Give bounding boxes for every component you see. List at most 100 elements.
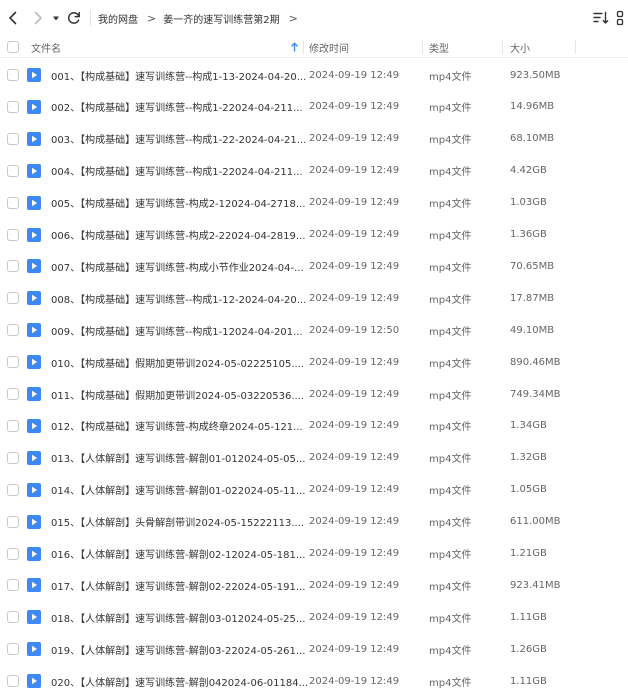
file-row[interactable]: 012、【构成基础】速写训练营-构成终章2024-05-121... 2024-0…: [0, 410, 628, 442]
column-separator[interactable]: [502, 40, 503, 54]
file-row[interactable]: 001、【构成基础】速写训练营--构成1-13-2024-04-20... 202…: [0, 59, 628, 91]
file-name[interactable]: 005、【构成基础】速写训练营-构成2-12024-04-2718...: [51, 187, 305, 219]
file-row[interactable]: 020、【人体解剖】速写训练营-解剖042024-06-01184... 2024…: [0, 665, 628, 690]
row-checkbox[interactable]: [7, 155, 19, 187]
row-checkbox[interactable]: [7, 410, 19, 442]
file-name[interactable]: 019、【人体解剖】速写训练营-解剖03-22024-05-261...: [51, 633, 305, 665]
row-checkbox[interactable]: [7, 633, 19, 665]
row-checkbox[interactable]: [7, 442, 19, 474]
file-name[interactable]: 020、【人体解剖】速写训练营-解剖042024-06-01184...: [51, 665, 308, 690]
refresh-button[interactable]: [65, 9, 83, 27]
file-name[interactable]: 014、【人体解剖】速写训练营-解剖01-022024-05-11...: [51, 474, 305, 506]
file-name[interactable]: 008、【构成基础】速写训练营--构成1-12-2024-04-20...: [51, 282, 306, 314]
row-checkbox[interactable]: [7, 506, 19, 538]
file-name[interactable]: 011、【构成基础】假期加更带训2024-05-03220536....: [51, 378, 304, 410]
row-checkbox[interactable]: [7, 378, 19, 410]
file-name[interactable]: 017、【人体解剖】速写训练营-解剖02-22024-05-191...: [51, 569, 305, 601]
file-type: mp4文件: [429, 581, 472, 593]
file-row[interactable]: 004、【构成基础】速写训练营--构成1-22024-04-211... 2024…: [0, 155, 628, 187]
video-file-icon: [27, 569, 41, 601]
file-row[interactable]: 013、【人体解剖】速写训练营-解剖01-012024-05-05... 2024…: [0, 442, 628, 474]
file-row[interactable]: 015、【人体解剖】头骨解剖带训2024-05-15222113.... 2024…: [0, 506, 628, 538]
video-file-icon: [27, 314, 41, 346]
video-file-icon: [27, 219, 41, 251]
file-type: mp4文件: [429, 71, 472, 83]
row-checkbox[interactable]: [7, 601, 19, 633]
file-name[interactable]: 016、【人体解剖】速写训练营-解剖02-12024-05-181...: [51, 538, 305, 570]
row-checkbox[interactable]: [7, 123, 19, 155]
row-checkbox[interactable]: [7, 187, 19, 219]
row-checkbox[interactable]: [7, 59, 19, 91]
row-checkbox[interactable]: [7, 346, 19, 378]
file-row[interactable]: 016、【人体解剖】速写训练营-解剖02-12024-05-181... 2024…: [0, 538, 628, 570]
row-checkbox[interactable]: [7, 314, 19, 346]
column-separator[interactable]: [575, 40, 576, 54]
file-row[interactable]: 010、【构成基础】假期加更带训2024-05-02225105.... 2024…: [0, 346, 628, 378]
file-type: mp4文件: [429, 358, 472, 370]
file-name[interactable]: 018、【人体解剖】速写训练营-解剖03-012024-05-25...: [51, 601, 305, 633]
column-header-size[interactable]: 大小: [510, 36, 530, 58]
toolbar: 我的网盘 > 姜一齐的速写训练营第2期 >: [0, 0, 628, 36]
file-row[interactable]: 017、【人体解剖】速写训练营-解剖02-22024-05-191... 2024…: [0, 569, 628, 601]
column-separator[interactable]: [303, 40, 304, 54]
file-name[interactable]: 013、【人体解剖】速写训练营-解剖01-012024-05-05...: [51, 442, 305, 474]
file-name[interactable]: 001、【构成基础】速写训练营--构成1-13-2024-04-20...: [51, 59, 306, 91]
video-file-icon: [27, 506, 41, 538]
row-checkbox[interactable]: [7, 474, 19, 506]
sort-direction-button[interactable]: [290, 36, 299, 58]
history-dropdown-button[interactable]: [51, 12, 61, 24]
back-button[interactable]: [4, 9, 22, 27]
file-name[interactable]: 004、【构成基础】速写训练营--构成1-22024-04-211...: [51, 155, 303, 187]
file-type: mp4文件: [429, 677, 472, 689]
file-name[interactable]: 007、【构成基础】速写训练营-构成小节作业2024-04-...: [51, 250, 304, 282]
file-row[interactable]: 005、【构成基础】速写训练营-构成2-12024-04-2718... 2024…: [0, 187, 628, 219]
row-checkbox[interactable]: [7, 538, 19, 570]
column-header-type[interactable]: 类型: [429, 36, 449, 58]
row-checkbox[interactable]: [7, 219, 19, 251]
file-size: 1.26GB: [510, 643, 547, 655]
video-file-icon: [27, 538, 41, 570]
file-name[interactable]: 002、【构成基础】速写训练营--构成1-22024-04-211...: [51, 91, 303, 123]
file-modified: 2024-09-19 12:49: [309, 69, 400, 81]
file-name[interactable]: 012、【构成基础】速写训练营-构成终章2024-05-121...: [51, 410, 303, 442]
file-type: mp4文件: [429, 390, 472, 402]
breadcrumb-item-current[interactable]: 姜一齐的速写训练营第2期: [163, 11, 279, 26]
file-name[interactable]: 003、【构成基础】速写训练营--构成1-22-2024-04-21...: [51, 123, 306, 155]
row-checkbox[interactable]: [7, 91, 19, 123]
row-checkbox[interactable]: [7, 665, 19, 690]
column-separator[interactable]: [422, 40, 423, 54]
file-size: 611.00MB: [510, 516, 561, 528]
column-header-modified[interactable]: 修改时间: [309, 36, 349, 58]
file-name[interactable]: 006、【构成基础】速写训练营-构成2-22024-04-2819...: [51, 219, 305, 251]
row-checkbox[interactable]: [7, 569, 19, 601]
file-row[interactable]: 019、【人体解剖】速写训练营-解剖03-22024-05-261... 2024…: [0, 633, 628, 665]
file-row[interactable]: 018、【人体解剖】速写训练营-解剖03-012024-05-25... 2024…: [0, 601, 628, 633]
table-header: 文件名 修改时间 类型 大小: [0, 36, 628, 58]
breadcrumb-separator[interactable]: >: [289, 12, 298, 25]
file-row[interactable]: 008、【构成基础】速写训练营--构成1-12-2024-04-20... 202…: [0, 282, 628, 314]
video-file-icon: [27, 474, 41, 506]
row-checkbox[interactable]: [7, 250, 19, 282]
more-button[interactable]: [614, 10, 626, 26]
file-name[interactable]: 010、【构成基础】假期加更带训2024-05-02225105....: [51, 346, 304, 378]
file-row[interactable]: 014、【人体解剖】速写训练营-解剖01-022024-05-11... 2024…: [0, 474, 628, 506]
video-file-icon: [27, 665, 41, 690]
file-modified: 2024-09-19 12:49: [309, 420, 400, 432]
file-row[interactable]: 006、【构成基础】速写训练营-构成2-22024-04-2819... 2024…: [0, 219, 628, 251]
sort-button[interactable]: [593, 11, 609, 25]
row-checkbox[interactable]: [7, 282, 19, 314]
video-file-icon: [27, 346, 41, 378]
column-header-name[interactable]: 文件名: [31, 36, 61, 58]
file-type: mp4文件: [429, 454, 472, 466]
file-row[interactable]: 002、【构成基础】速写训练营--构成1-22024-04-211... 2024…: [0, 91, 628, 123]
breadcrumb-item-root[interactable]: 我的网盘: [98, 11, 138, 26]
file-name[interactable]: 009、【构成基础】速写训练营--构成1-12024-04-201...: [51, 314, 303, 346]
forward-button[interactable]: [29, 9, 47, 27]
file-row[interactable]: 003、【构成基础】速写训练营--构成1-22-2024-04-21... 202…: [0, 123, 628, 155]
file-row[interactable]: 009、【构成基础】速写训练营--构成1-12024-04-201... 2024…: [0, 314, 628, 346]
file-row[interactable]: 011、【构成基础】假期加更带训2024-05-03220536.... 2024…: [0, 378, 628, 410]
file-size: 1.11GB: [510, 675, 547, 687]
select-all-checkbox[interactable]: [7, 36, 19, 58]
file-row[interactable]: 007、【构成基础】速写训练营-构成小节作业2024-04-... 2024-09…: [0, 250, 628, 282]
file-name[interactable]: 015、【人体解剖】头骨解剖带训2024-05-15222113....: [51, 506, 304, 538]
